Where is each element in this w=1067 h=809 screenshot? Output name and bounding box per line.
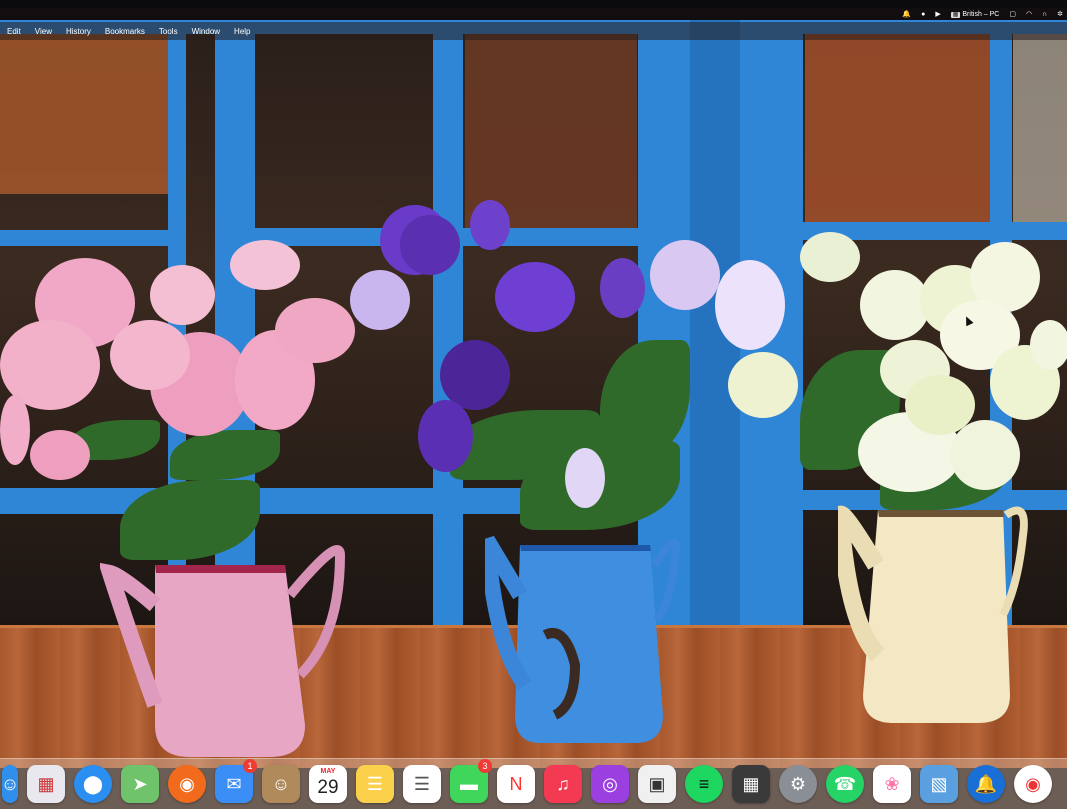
- window-reflection: [465, 34, 637, 228]
- cream-pitcher: [838, 505, 1028, 723]
- blue-pitcher: [485, 535, 680, 743]
- white-flower: [905, 375, 975, 435]
- notification-icon[interactable]: 🔔: [967, 765, 1005, 803]
- purple-flower: [565, 448, 605, 508]
- news-icon[interactable]: N: [497, 765, 535, 803]
- purple-flower: [715, 260, 785, 350]
- white-flower: [728, 352, 798, 418]
- white-flower: [800, 232, 860, 282]
- whatsapp-icon[interactable]: ☎: [826, 765, 864, 803]
- status-area: 🔔 ● ▶ ▦ British – PC ▢ ◠ ∩ ✲: [902, 8, 1067, 20]
- dock: ☺ ▦ ⬤ ➤ ◉ ✉ 1 ☺ MAY 29 ☰ ☰ ▬ 3 N ♫ ◎ ▣ ≡…: [0, 758, 1067, 809]
- menu-tools[interactable]: Tools: [152, 27, 185, 36]
- chrome-icon[interactable]: ◉: [1014, 765, 1052, 803]
- maps-icon[interactable]: ➤: [121, 765, 159, 803]
- purple-flower: [440, 340, 510, 410]
- spotify-icon[interactable]: ≡: [685, 765, 723, 803]
- photos-icon[interactable]: ❀: [873, 765, 911, 803]
- podcasts-icon[interactable]: ◎: [591, 765, 629, 803]
- wifi-icon[interactable]: ◠: [1026, 10, 1032, 18]
- purple-flower: [400, 215, 460, 275]
- window-reflection: [805, 34, 990, 222]
- menu-history[interactable]: History: [59, 27, 98, 36]
- notes-icon[interactable]: ☰: [356, 765, 394, 803]
- window-frame: [433, 20, 463, 630]
- safari-icon[interactable]: ⬤: [74, 765, 112, 803]
- pink-flower: [150, 265, 215, 325]
- contacts-icon[interactable]: ☺: [262, 765, 300, 803]
- calculator-icon[interactable]: ▦: [732, 765, 770, 803]
- purple-flower: [350, 270, 410, 330]
- white-flower: [950, 420, 1020, 490]
- headphones-icon[interactable]: ∩: [1042, 11, 1047, 18]
- window-frame: [0, 230, 180, 246]
- siri-icon[interactable]: ●: [921, 11, 925, 18]
- purple-flower: [650, 240, 720, 310]
- mail-badge: 1: [243, 759, 257, 773]
- desktop-wallpaper: [0, 0, 1067, 800]
- play-icon[interactable]: ▶: [935, 10, 940, 18]
- pink-flower: [0, 395, 30, 465]
- purple-flower: [600, 258, 645, 318]
- purple-flower: [495, 262, 575, 332]
- messages-badge: 3: [478, 759, 492, 773]
- monitor-bezel: [0, 0, 1067, 8]
- pink-flower: [275, 298, 355, 363]
- finder-icon[interactable]: ☺: [1, 765, 19, 803]
- menu-help[interactable]: Help: [227, 27, 257, 36]
- system-preferences-icon[interactable]: ⚙: [779, 765, 817, 803]
- display-icon[interactable]: ▢: [1009, 10, 1016, 18]
- preview-icon[interactable]: ▧: [920, 765, 958, 803]
- window-reflection: [0, 34, 168, 194]
- purple-flower: [418, 400, 473, 472]
- purple-flower: [470, 200, 510, 250]
- pink-flower: [230, 240, 300, 290]
- mail-icon[interactable]: ✉ 1: [215, 759, 257, 803]
- menu-bookmarks[interactable]: Bookmarks: [98, 27, 152, 36]
- menu-edit[interactable]: Edit: [0, 27, 28, 36]
- menu-window[interactable]: Window: [185, 27, 227, 36]
- window-reflection: [1013, 34, 1067, 222]
- pink-flower: [30, 430, 90, 480]
- calendar-month: MAY: [320, 768, 336, 775]
- pink-pitcher: [100, 545, 346, 757]
- keyboard-layout-status[interactable]: ▦ British – PC: [950, 10, 1000, 18]
- white-flower: [1030, 320, 1067, 370]
- launchpad-icon[interactable]: ▦: [27, 765, 65, 803]
- pink-flower: [110, 320, 190, 390]
- notification-bell-icon[interactable]: 🔔: [902, 10, 911, 18]
- calendar-icon[interactable]: MAY 29: [309, 765, 347, 803]
- messages-icon[interactable]: ▬ 3: [450, 759, 492, 803]
- reminders-icon[interactable]: ☰: [403, 765, 441, 803]
- flag-icon: ▦: [950, 11, 961, 18]
- calendar-day: 29: [317, 777, 339, 798]
- music-icon[interactable]: ♫: [544, 765, 582, 803]
- menu-view[interactable]: View: [28, 27, 59, 36]
- firefox-icon[interactable]: ◉: [168, 765, 206, 803]
- menu-list: Edit View History Bookmarks Tools Window…: [0, 27, 258, 36]
- menu-bar: Edit View History Bookmarks Tools Window…: [0, 22, 1067, 40]
- bluetooth-icon[interactable]: ✲: [1057, 10, 1063, 18]
- keyboard-layout-label: British – PC: [962, 10, 1000, 18]
- screenshot-icon[interactable]: ▣: [638, 765, 676, 803]
